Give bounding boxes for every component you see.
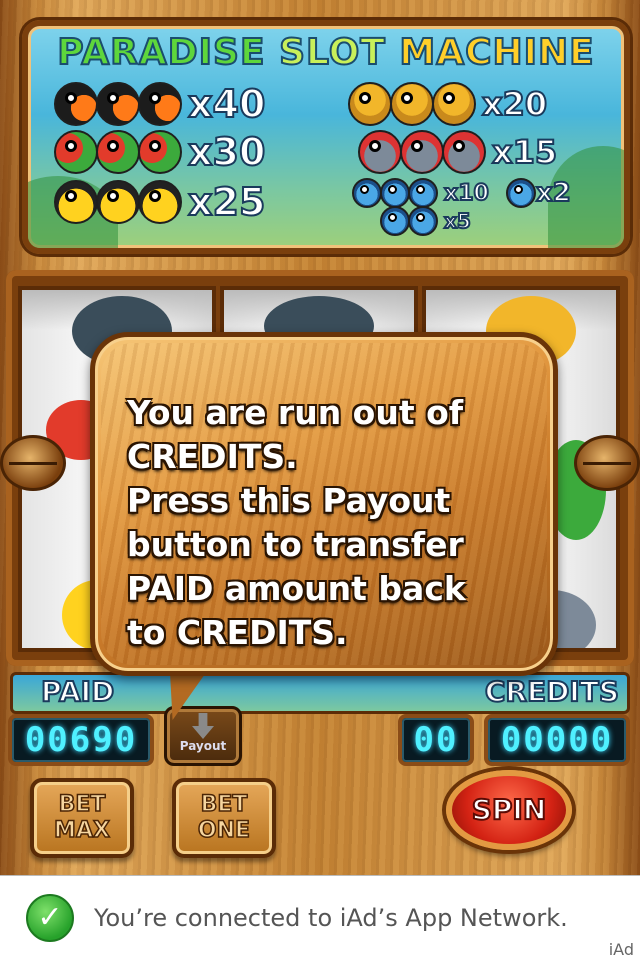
- dialog-line: Press this Payout: [127, 481, 451, 520]
- checkmark-icon: ✓: [26, 894, 74, 942]
- iad-banner[interactable]: ✓ You’re connected to iAd’s App Network.…: [0, 875, 640, 961]
- guinea-fowl-icon: [400, 130, 444, 174]
- blue-bird-icon: [380, 206, 410, 236]
- title-word-slot: SLOT: [278, 31, 386, 74]
- multiplier: x40: [187, 81, 266, 127]
- title-word-machine: MACHINE: [398, 31, 595, 74]
- owl-icon: [390, 82, 434, 126]
- multiplier: x30: [187, 129, 266, 175]
- multiplier: x10: [443, 180, 490, 207]
- yellow-bird-icon: [54, 180, 98, 224]
- title-word-paradise: PARADISE: [56, 31, 266, 74]
- bet-max-button[interactable]: BET MAX: [30, 778, 134, 858]
- multiplier: x5: [443, 208, 472, 234]
- iad-tag: iAd: [608, 940, 634, 959]
- dialog-line: to CREDITS.: [127, 613, 348, 652]
- toucan-icon: [54, 82, 98, 126]
- owl-icon: [348, 82, 392, 126]
- bet-display: 00: [398, 714, 474, 766]
- blue-bird-icon: [408, 178, 438, 208]
- credits-display: 00000: [484, 714, 630, 766]
- paytable-row-owl: x20: [348, 82, 548, 126]
- right-reel-knob: [574, 435, 640, 491]
- paytable-row-blue-bird-3: x10: [352, 178, 490, 208]
- multiplier: x15: [491, 132, 558, 172]
- bet-max-label: BET MAX: [53, 791, 110, 844]
- payout-button-label: Payout: [179, 739, 227, 753]
- spin-label: SPIN: [471, 792, 548, 827]
- toucan-icon: [96, 82, 140, 126]
- paid-display: 00690: [8, 714, 154, 766]
- dialog-line: You are run out of: [127, 393, 464, 432]
- parrot-icon: [138, 130, 182, 174]
- yellow-bird-icon: [96, 180, 140, 224]
- parrot-icon: [54, 130, 98, 174]
- yellow-bird-icon: [138, 180, 182, 224]
- blue-bird-icon: [380, 178, 410, 208]
- paytable-row-blue-bird-2: x5: [380, 206, 472, 236]
- blue-bird-icon: [506, 178, 536, 208]
- dialog-line: CREDITS.: [127, 437, 298, 476]
- paytable-row-yellow-bird: x25: [54, 179, 266, 225]
- paytable-panel: PARADISE SLOT MACHINE x40 x30 x25 x20 x1…: [22, 20, 630, 254]
- guinea-fowl-icon: [442, 130, 486, 174]
- blue-bird-icon: [408, 206, 438, 236]
- bet-one-label: BET ONE: [197, 791, 251, 844]
- ad-message: You’re connected to iAd’s App Network.: [94, 904, 568, 932]
- game-title: PARADISE SLOT MACHINE: [28, 31, 624, 74]
- dialog-message: You are run out of CREDITS. Press this P…: [127, 391, 537, 655]
- out-of-credits-dialog[interactable]: You are run out of CREDITS. Press this P…: [90, 332, 558, 676]
- multiplier: x2: [535, 177, 572, 209]
- paytable-row-guinea-fowl: x15: [358, 130, 558, 174]
- dialog-line: PAID amount back: [127, 569, 466, 608]
- multiplier: x20: [481, 84, 548, 124]
- left-reel-knob: [0, 435, 66, 491]
- paytable-row-parrot: x30: [54, 129, 266, 175]
- parrot-icon: [96, 130, 140, 174]
- multiplier: x25: [187, 179, 266, 225]
- bet-one-button[interactable]: BET ONE: [172, 778, 276, 858]
- paytable-row-toucan: x40: [54, 81, 266, 127]
- blue-bird-icon: [352, 178, 382, 208]
- owl-icon: [432, 82, 476, 126]
- credits-label: CREDITS: [484, 675, 620, 709]
- status-label-strip: PAID CREDITS: [10, 672, 630, 714]
- spin-button[interactable]: SPIN: [446, 770, 572, 850]
- toucan-icon: [138, 82, 182, 126]
- paytable-row-blue-bird-1: x2: [506, 177, 572, 209]
- paid-label: PAID: [40, 675, 115, 709]
- dialog-line: button to transfer: [127, 525, 464, 564]
- guinea-fowl-icon: [358, 130, 402, 174]
